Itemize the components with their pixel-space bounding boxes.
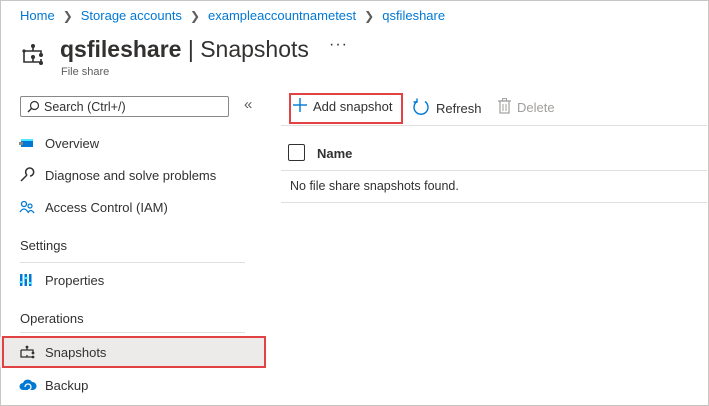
- breadcrumb-account[interactable]: exampleaccountnametest: [208, 8, 356, 23]
- sidebar-item-access-control[interactable]: Access Control (IAM): [0, 192, 265, 222]
- chevron-right-icon: ❯: [62, 8, 73, 23]
- chevron-right-icon: ❯: [364, 8, 375, 23]
- search-input[interactable]: [44, 99, 224, 114]
- select-all-checkbox[interactable]: [288, 144, 305, 161]
- refresh-button[interactable]: Refresh: [412, 98, 482, 119]
- search-icon: [27, 100, 40, 113]
- column-header-name[interactable]: Name: [317, 146, 352, 161]
- sidebar-item-label: Diagnose and solve problems: [45, 167, 217, 183]
- section-divider: [20, 332, 245, 333]
- trash-icon: [498, 98, 511, 117]
- page-title-resource: qsfileshare: [60, 36, 182, 62]
- overview-icon: [19, 136, 45, 150]
- refresh-icon: [412, 98, 430, 119]
- table-header-divider: [281, 170, 707, 171]
- refresh-label: Refresh: [436, 101, 482, 116]
- sidebar-item-label: Properties: [45, 272, 105, 288]
- sidebar-item-diagnose[interactable]: Diagnose and solve problems: [0, 160, 265, 190]
- sidebar-item-backup[interactable]: Backup: [0, 370, 265, 400]
- sidebar-item-properties[interactable]: Properties: [0, 265, 265, 295]
- delete-button[interactable]: Delete: [498, 98, 555, 117]
- section-divider: [20, 262, 245, 263]
- cloud-backup-icon: [19, 378, 45, 392]
- page-title-blade: | Snapshots: [181, 36, 309, 62]
- breadcrumb: Home ❯ Storage accounts ❯ exampleaccount…: [20, 8, 445, 23]
- people-icon: [19, 199, 45, 215]
- breadcrumb-file-share[interactable]: qsfileshare: [382, 8, 445, 23]
- table-row-divider: [281, 202, 707, 203]
- sidebar-item-overview[interactable]: Overview: [0, 128, 265, 158]
- search-box[interactable]: [20, 96, 229, 117]
- snapshots-highlight-box: [2, 336, 266, 368]
- operations-section-title: Operations: [20, 311, 84, 326]
- page-subtitle: File share: [61, 66, 110, 78]
- chevron-right-icon: ❯: [189, 8, 200, 23]
- toolbar-divider: [281, 125, 707, 126]
- collapse-sidebar-button[interactable]: «: [244, 96, 252, 113]
- add-snapshot-highlight-box: [289, 93, 403, 124]
- page-title: qsfileshare | Snapshots: [60, 36, 309, 63]
- more-actions-icon[interactable]: ···: [329, 36, 348, 54]
- sidebar-item-label: Overview: [45, 135, 100, 151]
- breadcrumb-home[interactable]: Home: [20, 8, 55, 23]
- properties-icon: [19, 272, 45, 288]
- breadcrumb-storage-accounts[interactable]: Storage accounts: [81, 8, 182, 23]
- sidebar-item-label: Access Control (IAM): [45, 199, 168, 215]
- wrench-icon: [19, 167, 45, 183]
- delete-label: Delete: [517, 100, 555, 115]
- file-share-icon: [20, 42, 46, 68]
- settings-section-title: Settings: [20, 238, 67, 253]
- sidebar-item-label: Backup: [45, 377, 89, 393]
- empty-state-message: No file share snapshots found.: [290, 179, 459, 193]
